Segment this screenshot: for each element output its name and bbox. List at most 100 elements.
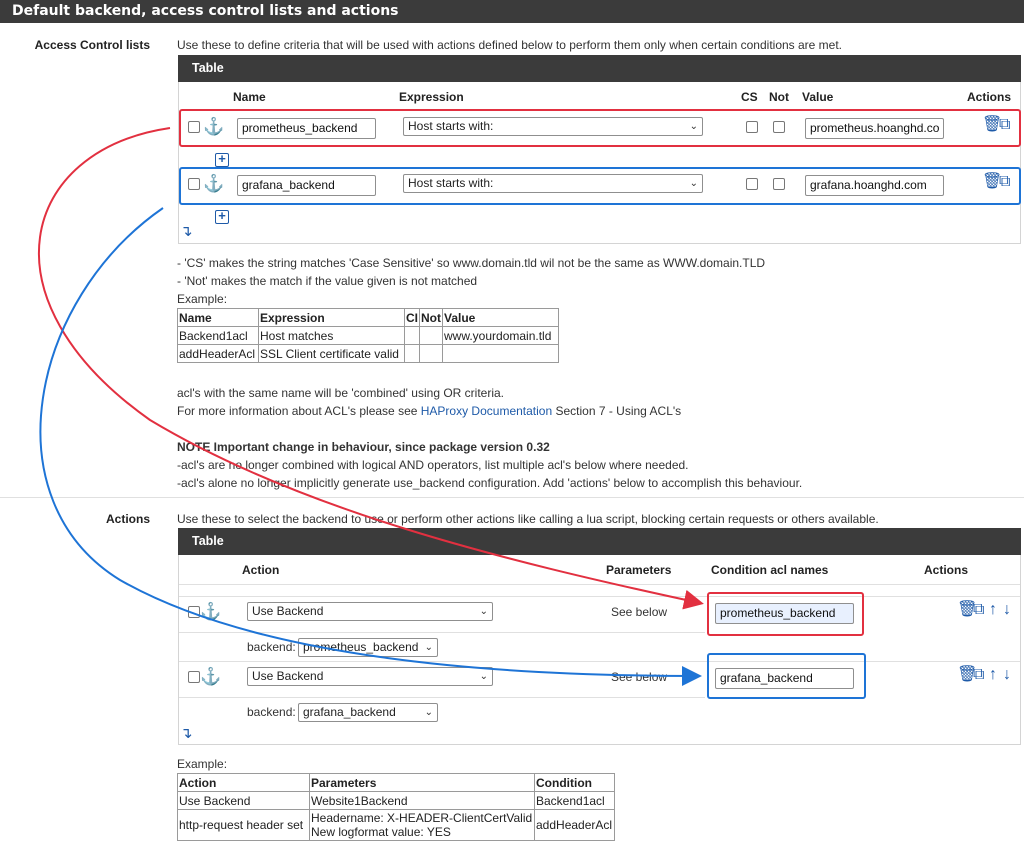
acl-example-label: Example: xyxy=(177,292,228,306)
acl-example-table: Name Expression CI Not Value Backend1acl… xyxy=(177,308,559,363)
move-down-icon[interactable]: ↴ xyxy=(180,726,193,742)
add-row-icon[interactable]: + xyxy=(215,152,229,167)
chevron-down-icon: ⌄ xyxy=(424,642,433,653)
col-action: Action xyxy=(242,563,280,577)
ex-cell: addHeaderAcl xyxy=(534,809,615,841)
col-name: Name xyxy=(233,90,266,104)
acl-cs-checkbox[interactable] xyxy=(746,178,758,190)
acl-cs-checkbox[interactable] xyxy=(746,121,758,133)
action-type-select[interactable]: Use Backend ⌄ xyxy=(247,602,493,621)
condition-acl-input[interactable]: prometheus_backend xyxy=(715,603,854,624)
backend-value: grafana_backend xyxy=(303,705,396,719)
duplicate-icon[interactable]: ⧉ xyxy=(973,602,984,618)
ex-cell: www.yourdomain.tld xyxy=(442,326,559,345)
anchor-icon[interactable]: ⚓ xyxy=(200,668,221,685)
ex-header: Expression xyxy=(258,308,405,327)
action-type-value: Use Backend xyxy=(252,604,324,618)
duplicate-icon[interactable]: ⧉ xyxy=(999,174,1010,190)
acl-value-input[interactable]: grafana.hoanghd.com xyxy=(805,175,944,196)
duplicate-icon[interactable]: ⧉ xyxy=(973,667,984,683)
acl-name-input[interactable]: prometheus_backend xyxy=(237,118,376,139)
acl-not-checkbox[interactable] xyxy=(773,121,785,133)
row-divider xyxy=(179,584,1020,585)
duplicate-icon[interactable]: ⧉ xyxy=(999,117,1010,133)
row-divider xyxy=(179,632,705,633)
haproxy-docs-link[interactable]: HAProxy Documentation xyxy=(421,404,552,418)
panel-title: Default backend, access control lists an… xyxy=(0,0,1024,23)
anchor-icon[interactable]: ⚓ xyxy=(200,603,221,620)
help-not: - 'Not' makes the match if the value giv… xyxy=(177,274,478,288)
ex-cell: Host matches xyxy=(258,326,405,345)
col-not: Not xyxy=(769,90,789,104)
anchor-icon[interactable]: ⚓ xyxy=(203,175,224,192)
col-actions: Actions xyxy=(967,90,1012,104)
note-line-1: -acl's are no longer combined with logic… xyxy=(177,458,689,472)
col-parameters: Parameters xyxy=(606,563,672,577)
acl-row-select-checkbox[interactable] xyxy=(188,121,200,133)
ex-cell: http-request header set xyxy=(177,809,310,841)
ex-header: Action xyxy=(177,773,310,792)
backend-label: backend: xyxy=(247,640,296,654)
ex-header: Value xyxy=(442,308,559,327)
help-cs: - 'CS' makes the string matches 'Case Se… xyxy=(177,256,766,270)
chevron-down-icon: ⌄ xyxy=(689,121,698,132)
col-cs: CS xyxy=(741,90,758,104)
arrow-down-icon[interactable]: ↓ xyxy=(1003,667,1011,683)
ex-cell xyxy=(404,326,420,345)
ex-cell xyxy=(419,344,443,363)
acl-section-label: Access Control lists xyxy=(34,38,150,52)
action-parameters: See below xyxy=(611,605,668,619)
arrow-down-icon[interactable]: ↓ xyxy=(1003,602,1011,618)
note-title: NOTE Important change in behaviour, sinc… xyxy=(177,440,550,454)
action-type-select[interactable]: Use Backend ⌄ xyxy=(247,667,493,686)
actions-table-title: Table xyxy=(178,528,1021,555)
more-info: For more information about ACL's please … xyxy=(177,404,681,418)
actions-description: Use these to select the backend to use o… xyxy=(177,512,879,526)
ex-cell xyxy=(419,326,443,345)
condition-acl-input[interactable]: grafana_backend xyxy=(715,668,854,689)
ex-header: Not xyxy=(419,308,443,327)
combined-note: acl's with the same name will be 'combin… xyxy=(177,386,505,400)
acl-not-checkbox[interactable] xyxy=(773,178,785,190)
backend-label: backend: xyxy=(247,705,296,719)
section-divider xyxy=(0,497,1024,498)
ex-header: Name xyxy=(177,308,259,327)
acl-description: Use these to define criteria that will b… xyxy=(177,38,843,52)
row-divider xyxy=(179,596,1020,597)
ex-param-line-1: Headername: X-HEADER-ClientCertValid xyxy=(311,811,533,825)
ex-cell: addHeaderAcl xyxy=(177,344,259,363)
action-row-select-checkbox[interactable] xyxy=(188,606,200,618)
ex-cell xyxy=(404,344,420,363)
more-info-prefix: For more information about ACL's please … xyxy=(177,404,421,418)
acl-expression-value: Host starts with: xyxy=(408,176,494,190)
col-condition: Condition acl names xyxy=(711,563,829,577)
col-expression: Expression xyxy=(399,90,464,104)
anchor-icon[interactable]: ⚓ xyxy=(203,118,224,135)
chevron-down-icon: ⌄ xyxy=(479,671,488,682)
row-divider xyxy=(179,661,1020,662)
note-line-2: -acl's alone no longer implicitly genera… xyxy=(177,476,803,490)
backend-select[interactable]: grafana_backend ⌄ xyxy=(298,703,438,722)
action-row-select-checkbox[interactable] xyxy=(188,671,200,683)
acl-name-input[interactable]: grafana_backend xyxy=(237,175,376,196)
arrow-up-icon[interactable]: ↑ xyxy=(989,602,997,618)
action-type-value: Use Backend xyxy=(252,669,324,683)
ex-cell: Use Backend xyxy=(177,791,310,810)
col-actions: Actions xyxy=(924,563,969,577)
chevron-down-icon: ⌄ xyxy=(424,707,433,718)
arrow-up-icon[interactable]: ↑ xyxy=(989,667,997,683)
actions-example-table: Action Parameters Condition Use Backend … xyxy=(177,773,615,841)
acl-row-select-checkbox[interactable] xyxy=(188,178,200,190)
add-row-icon[interactable]: + xyxy=(215,209,229,224)
chevron-down-icon: ⌄ xyxy=(689,178,698,189)
ex-cell: Backend1acl xyxy=(177,326,259,345)
chevron-down-icon: ⌄ xyxy=(479,606,488,617)
acl-expression-select[interactable]: Host starts with: ⌄ xyxy=(403,174,703,193)
acl-expression-select[interactable]: Host starts with: ⌄ xyxy=(403,117,703,136)
acl-value-input[interactable]: prometheus.hoanghd.co xyxy=(805,118,944,139)
col-value: Value xyxy=(802,90,834,104)
ex-cell: SSL Client certificate valid xyxy=(258,344,405,363)
move-down-icon[interactable]: ↴ xyxy=(180,224,193,240)
backend-select[interactable]: prometheus_backend ⌄ xyxy=(298,638,438,657)
ex-header: Condition xyxy=(534,773,615,792)
